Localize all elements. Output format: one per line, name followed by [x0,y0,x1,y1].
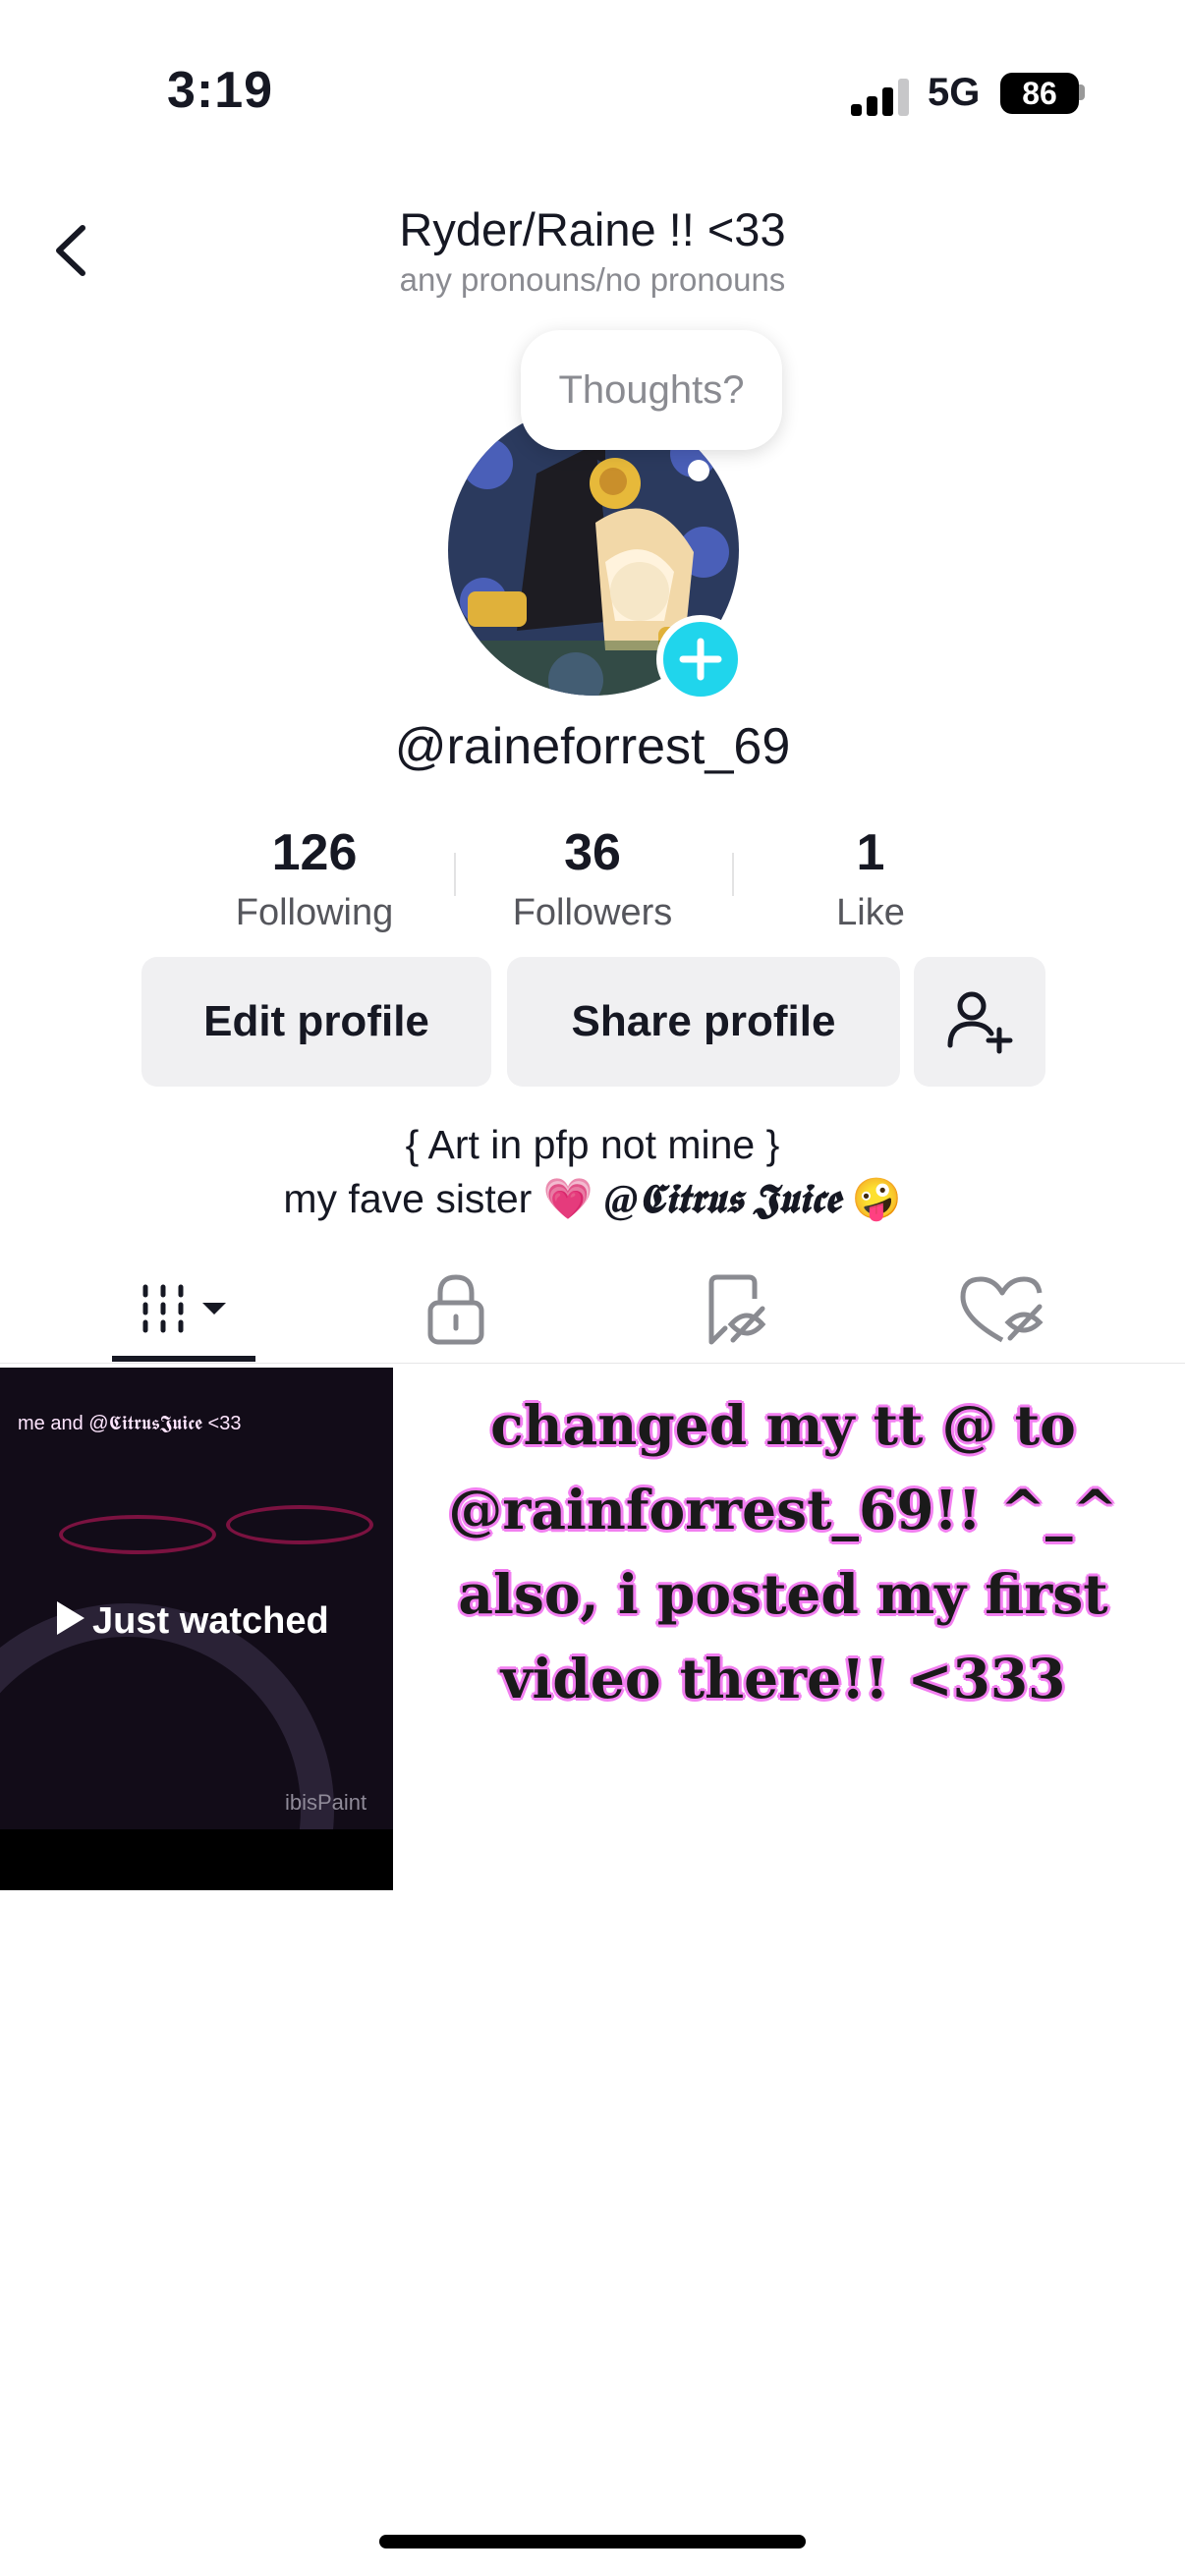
stat-value: 126 [271,824,358,881]
bubble-tail [688,460,709,481]
profile-page: 3:19 5G 86 Ryder/Raine !! <33 any pronou… [0,0,1185,2576]
thumbnail-art [226,1505,373,1544]
network-type: 5G [928,71,981,114]
stat-value: 36 [564,824,621,881]
status-bar: 3:19 5G 86 [0,0,1185,147]
stat-followers[interactable]: 36 Followers [445,823,740,934]
battery-icon: 86 [1000,73,1079,114]
stat-value: 1 [856,824,885,881]
bio-text: my fave sister [283,1176,533,1221]
just-watched-label: Just watched [92,1600,329,1642]
bio-line-1: { Art in pfp not mine } [405,1122,780,1167]
bio-line-2: my fave sister 💗 @𝕮𝖎𝖙𝖗𝖚𝖘 𝕵𝖚𝖎𝖈𝖊 🤪 [0,1175,1185,1223]
tab-active-indicator [112,1356,255,1362]
tab-private[interactable] [387,1269,525,1348]
heart-emoji: 💗 [542,1176,593,1221]
thumbnail-art [59,1515,216,1554]
username: @raineforrest_69 [394,718,791,775]
battery-tip [1079,84,1085,100]
share-profile-button[interactable]: Share profile [507,957,900,1087]
bio-mention-link[interactable]: @𝕮𝖎𝖙𝖗𝖚𝖘 𝕵𝖚𝖎𝖈𝖊 [604,1176,840,1221]
grid-sort-icon [142,1284,226,1333]
thumbnail-caption: me and @𝕮𝖎𝖙𝖗𝖚𝖘𝕵𝖚𝖎𝖈𝖊 <33 [18,1413,242,1434]
tab-liked[interactable] [933,1269,1071,1348]
heart-hidden-icon [960,1276,1044,1343]
announcement-text: changed my tt @ to @rainforrest_69!! ^_^… [448,1393,1118,1710]
lock-icon [427,1274,484,1345]
add-story-button[interactable] [656,615,745,703]
home-indicator[interactable] [379,2535,806,2548]
stat-label: Followers [512,892,673,933]
tab-reposts[interactable] [664,1269,802,1348]
add-friend-button[interactable] [914,957,1045,1087]
stat-likes[interactable]: 1 Like [723,823,1018,934]
edit-profile-button[interactable]: Edit profile [141,957,491,1087]
tab-videos[interactable] [116,1269,254,1348]
add-user-icon [947,991,1013,1054]
video-thumbnail[interactable]: me and @𝕮𝖎𝖙𝖗𝖚𝖘𝕵𝖚𝖎𝖈𝖊 <33 ibisPaint Just w… [0,1368,393,1890]
repost-hidden-icon [708,1274,766,1345]
just-watched-badge: Just watched [55,1599,329,1643]
plus-icon [679,638,722,681]
thumbnail-footer [0,1829,393,1890]
thoughts-bubble[interactable]: Thoughts? [521,330,782,450]
stat-label: Following [235,892,394,933]
profile-tabs [0,1260,1185,1364]
cellular-signal-icon [851,79,910,116]
stat-label: Like [836,892,905,933]
stat-following[interactable]: 126 Following [167,823,462,934]
play-icon [57,1601,85,1635]
zany-face-emoji: 🤪 [851,1176,902,1221]
profile-pronouns: any pronouns/no pronouns [399,261,786,298]
status-time: 3:19 [167,62,274,119]
profile-name: Ryder/Raine !! <33 [399,203,786,255]
thumbnail-watermark: ibisPaint [285,1790,367,1815]
